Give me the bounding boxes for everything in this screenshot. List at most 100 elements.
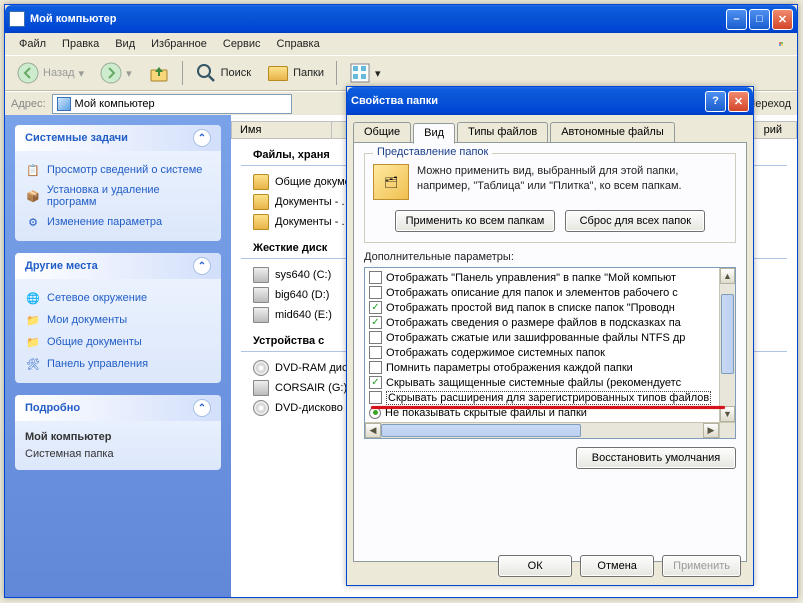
advanced-settings-list[interactable]: Отображать "Панель управления" в папке "… bbox=[364, 267, 736, 439]
col-name[interactable]: Имя bbox=[232, 122, 332, 138]
address-label: Адрес: bbox=[11, 98, 46, 110]
address-text: Мой компьютер bbox=[75, 98, 155, 110]
computer-icon bbox=[9, 11, 25, 27]
views-button[interactable]: ▾ bbox=[343, 59, 387, 87]
tab-general[interactable]: Общие bbox=[353, 122, 411, 143]
computer-icon bbox=[57, 97, 71, 111]
checkbox-icon[interactable] bbox=[369, 271, 382, 284]
scrollbar-thumb[interactable] bbox=[381, 424, 581, 437]
checkbox-icon[interactable] bbox=[369, 346, 382, 359]
panel-other-places: Другие места ⌃ 🌐Сетевое окружение 📁Мои д… bbox=[15, 253, 221, 383]
tab-view[interactable]: Вид bbox=[413, 123, 455, 144]
help-button[interactable]: ? bbox=[705, 91, 726, 112]
windows-flag-icon bbox=[771, 34, 791, 54]
task-change-setting[interactable]: ⚙Изменение параметра bbox=[25, 211, 211, 233]
advanced-option[interactable]: Отображать содержимое системных папок bbox=[365, 345, 719, 360]
col-trailing: рий bbox=[756, 122, 796, 138]
drive-icon bbox=[253, 267, 269, 283]
apply-button[interactable]: Применить bbox=[662, 555, 741, 577]
folder-icon bbox=[253, 214, 269, 230]
place-control-panel[interactable]: 🛠Панель управления bbox=[25, 353, 211, 375]
checkbox-icon[interactable] bbox=[369, 361, 382, 374]
toolbar-separator bbox=[182, 61, 183, 85]
advanced-option[interactable]: Отображать "Панель управления" в папке "… bbox=[365, 270, 719, 285]
advanced-option[interactable]: Отображать описание для папок и элементо… bbox=[365, 285, 719, 300]
network-icon: 🌐 bbox=[25, 290, 41, 306]
checkbox-icon[interactable]: ✓ bbox=[369, 316, 382, 329]
panel-header[interactable]: Другие места ⌃ bbox=[15, 253, 221, 279]
explorer-titlebar[interactable]: Мой компьютер – □ ✕ bbox=[5, 5, 797, 33]
vertical-scrollbar[interactable]: ▲ ▼ bbox=[719, 268, 735, 422]
close-button[interactable]: ✕ bbox=[772, 9, 793, 30]
place-network[interactable]: 🌐Сетевое окружение bbox=[25, 287, 211, 309]
collapse-icon[interactable]: ⌃ bbox=[193, 399, 211, 417]
panel-header[interactable]: Системные задачи ⌃ bbox=[15, 125, 221, 151]
menu-edit[interactable]: Правка bbox=[54, 35, 107, 53]
search-button[interactable]: Поиск bbox=[189, 59, 257, 87]
scroll-up-icon[interactable]: ▲ bbox=[720, 268, 735, 284]
dialog-titlebar[interactable]: Свойства папки ? ✕ bbox=[347, 87, 753, 115]
scrollbar-corner bbox=[719, 422, 735, 438]
option-label: Скрывать расширения для зарегистрированн… bbox=[386, 391, 711, 405]
task-add-remove[interactable]: 📦Установка и удаление программ bbox=[25, 181, 211, 211]
dialog-close-button[interactable]: ✕ bbox=[728, 91, 749, 112]
advanced-option[interactable]: Помнить параметры отображения каждой пап… bbox=[365, 360, 719, 375]
place-my-docs[interactable]: 📁Мои документы bbox=[25, 309, 211, 331]
folder-icon bbox=[253, 174, 269, 190]
forward-arrow-icon bbox=[100, 62, 122, 84]
programs-icon: 📦 bbox=[25, 188, 41, 204]
option-label: Отображать простой вид папок в списке па… bbox=[386, 302, 675, 314]
restore-defaults-button[interactable]: Восстановить умолчания bbox=[576, 447, 736, 469]
tab-offline[interactable]: Автономные файлы bbox=[550, 122, 675, 143]
advanced-option[interactable]: ✓ Отображать простой вид папок в списке п… bbox=[365, 300, 719, 315]
tab-panel-view: Представление папок 🗂 Можно применить ви… bbox=[353, 142, 747, 562]
advanced-option[interactable]: ✓ Скрывать защищенные системные файлы (ре… bbox=[365, 375, 719, 390]
collapse-icon[interactable]: ⌃ bbox=[193, 257, 211, 275]
checkbox-icon[interactable] bbox=[369, 286, 382, 299]
option-label: Скрывать защищенные системные файлы (рек… bbox=[386, 377, 681, 389]
folder-options-dialog: Свойства папки ? ✕ Общие Вид Типы файлов… bbox=[346, 86, 754, 586]
apply-all-folders-button[interactable]: Применить ко всем папкам bbox=[395, 210, 556, 232]
address-combo[interactable]: Мой компьютер bbox=[52, 94, 292, 114]
option-label: Отображать сведения о размере файлов в п… bbox=[386, 317, 681, 329]
task-system-info[interactable]: 📋Просмотр сведений о системе bbox=[25, 159, 211, 181]
legend-folder-views: Представление папок bbox=[373, 146, 492, 158]
cancel-button[interactable]: Отмена bbox=[580, 555, 654, 577]
back-button[interactable]: Назад ▾ bbox=[11, 59, 90, 87]
up-button[interactable] bbox=[142, 59, 176, 87]
checkbox-icon[interactable] bbox=[369, 391, 382, 404]
menu-favorites[interactable]: Избранное bbox=[143, 35, 215, 53]
minimize-button[interactable]: – bbox=[726, 9, 747, 30]
menu-file[interactable]: Файл bbox=[11, 35, 54, 53]
advanced-option[interactable]: Скрывать расширения для зарегистрированн… bbox=[365, 390, 719, 405]
info-icon: 📋 bbox=[25, 162, 41, 178]
scroll-right-icon[interactable]: ▶ bbox=[703, 423, 719, 438]
checkbox-icon[interactable]: ✓ bbox=[369, 376, 382, 389]
place-shared-docs[interactable]: 📁Общие документы bbox=[25, 331, 211, 353]
panel-system-tasks: Системные задачи ⌃ 📋Просмотр сведений о … bbox=[15, 125, 221, 241]
ok-button[interactable]: ОК bbox=[498, 555, 572, 577]
disc-icon bbox=[253, 400, 269, 416]
reset-all-folders-button[interactable]: Сброс для всех папок bbox=[565, 210, 705, 232]
folders-button[interactable]: Папки bbox=[261, 59, 330, 87]
panel-header[interactable]: Подробно ⌃ bbox=[15, 395, 221, 421]
folder-views-group: Представление папок 🗂 Можно применить ви… bbox=[364, 153, 736, 243]
horizontal-scrollbar[interactable]: ◀ ▶ bbox=[365, 422, 719, 438]
disc-icon bbox=[253, 360, 269, 376]
menu-help[interactable]: Справка bbox=[269, 35, 328, 53]
collapse-icon[interactable]: ⌃ bbox=[193, 129, 211, 147]
menu-tools[interactable]: Сервис bbox=[215, 35, 269, 53]
forward-button[interactable]: ▾ bbox=[94, 59, 138, 87]
maximize-button[interactable]: □ bbox=[749, 9, 770, 30]
usb-drive-icon bbox=[253, 380, 269, 396]
checkbox-icon[interactable]: ✓ bbox=[369, 301, 382, 314]
drive-icon bbox=[253, 307, 269, 323]
menu-view[interactable]: Вид bbox=[107, 35, 143, 53]
scroll-left-icon[interactable]: ◀ bbox=[365, 423, 381, 438]
advanced-option[interactable]: Отображать сжатые или зашифрованные файл… bbox=[365, 330, 719, 345]
advanced-option[interactable]: ✓ Отображать сведения о размере файлов в … bbox=[365, 315, 719, 330]
scrollbar-thumb[interactable] bbox=[721, 294, 734, 374]
dialog-title: Свойства папки bbox=[351, 95, 705, 107]
tab-filetypes[interactable]: Типы файлов bbox=[457, 122, 548, 143]
checkbox-icon[interactable] bbox=[369, 331, 382, 344]
